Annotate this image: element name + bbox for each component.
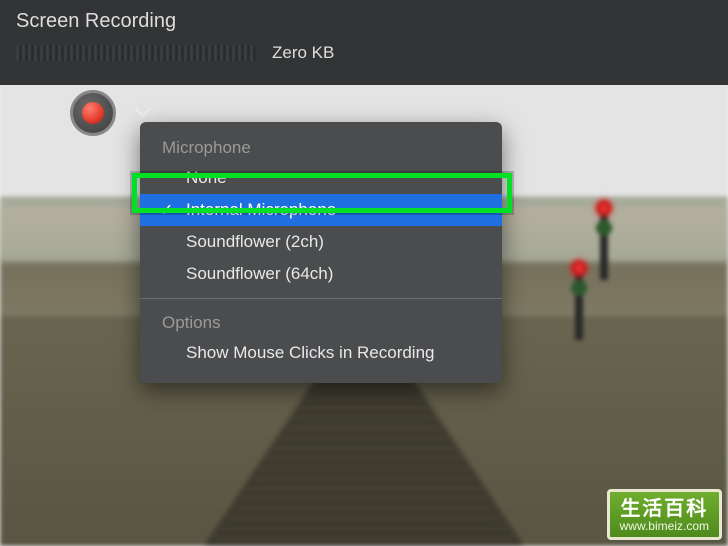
recording-options-menu: Microphone None ✓ Internal Microphone So… <box>140 122 502 383</box>
menu-item-soundflower-64ch[interactable]: Soundflower (64ch) <box>140 258 502 290</box>
record-button[interactable] <box>70 90 116 136</box>
menu-item-label: Soundflower (64ch) <box>186 264 333 283</box>
file-size-label: Zero KB <box>272 43 334 63</box>
window-title: Screen Recording <box>16 10 712 33</box>
menu-item-label: Internal Microphone <box>186 200 336 219</box>
menu-item-internal-microphone[interactable]: ✓ Internal Microphone <box>140 194 502 226</box>
recording-toolbar: Screen Recording Zero KB <box>0 0 728 85</box>
menu-item-show-mouse-clicks[interactable]: Show Mouse Clicks in Recording <box>140 337 502 369</box>
options-chevron-icon[interactable] <box>134 103 152 124</box>
menu-item-none[interactable]: None <box>140 162 502 194</box>
menu-item-soundflower-2ch[interactable]: Soundflower (2ch) <box>140 226 502 258</box>
watermark-text-cn: 生活百科 <box>620 498 709 520</box>
audio-level-meter <box>16 45 256 61</box>
watermark: 生活百科 www.bimeiz.com <box>607 489 722 540</box>
section-label-options: Options <box>140 307 502 337</box>
menu-item-label: None <box>186 168 227 187</box>
section-label-microphone: Microphone <box>140 132 502 162</box>
watermark-url: www.bimeiz.com <box>620 520 709 533</box>
menu-item-label: Show Mouse Clicks in Recording <box>186 343 435 362</box>
menu-item-label: Soundflower (2ch) <box>186 232 324 251</box>
checkmark-icon: ✓ <box>160 200 173 220</box>
record-dot-icon <box>82 102 104 124</box>
menu-divider <box>140 298 502 299</box>
